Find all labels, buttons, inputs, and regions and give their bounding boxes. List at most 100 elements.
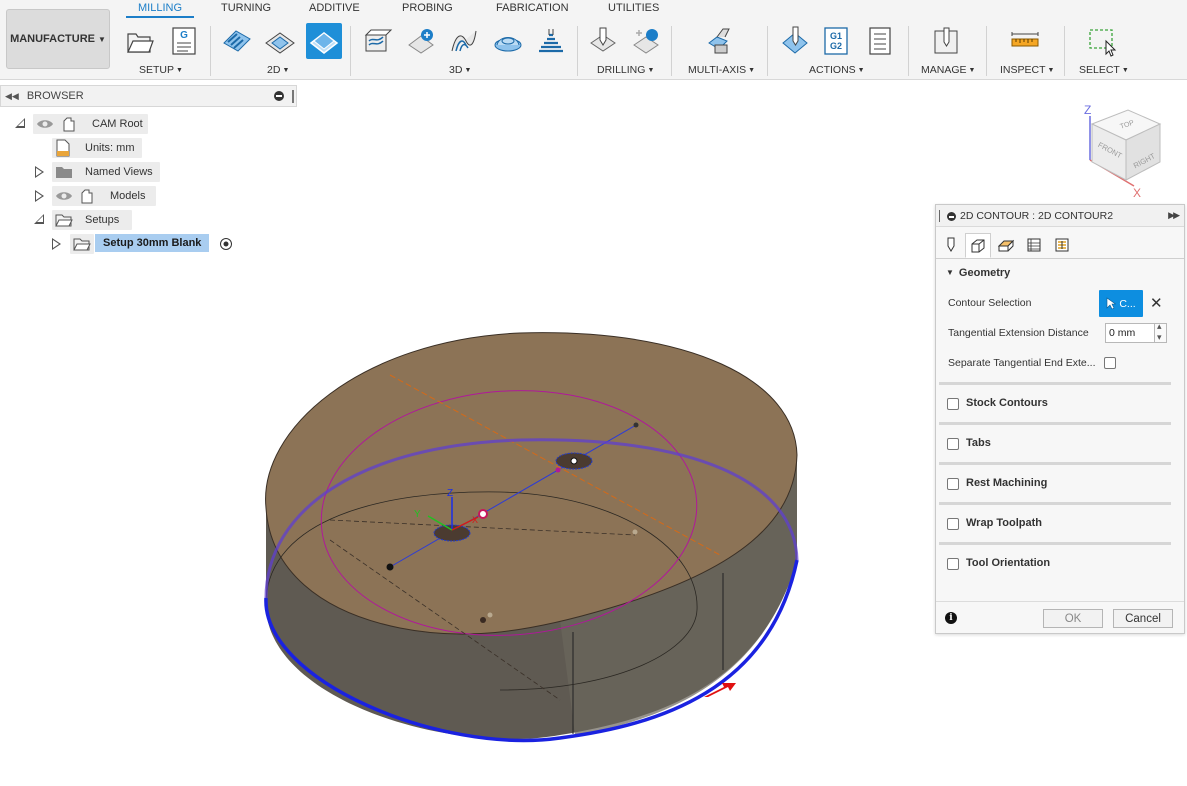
post-process-button[interactable]: G1 G2: [818, 23, 854, 59]
eye-icon[interactable]: [36, 117, 54, 131]
cam-root-icon: [63, 117, 75, 132]
section-label: Stock Contours: [966, 397, 1048, 409]
browser-pin-icon[interactable]: [274, 91, 284, 101]
tool-library-button[interactable]: [928, 23, 964, 59]
model-viewport[interactable]: Z Y X: [240, 320, 820, 760]
setup-sheet-button[interactable]: G: [166, 23, 202, 59]
tab-turning[interactable]: TURNING: [221, 2, 271, 14]
hole-recognition-button[interactable]: [628, 23, 664, 59]
divider: [671, 26, 672, 76]
select-button[interactable]: [1084, 23, 1120, 59]
setup-sheet-report-button[interactable]: [862, 23, 898, 59]
tangential-extension-input[interactable]: [1105, 323, 1155, 343]
divider: [908, 26, 909, 76]
collapse-icon[interactable]: ◀◀: [5, 91, 19, 102]
tool-orientation-checkbox[interactable]: [947, 558, 959, 570]
measure-button[interactable]: [1007, 23, 1043, 59]
3d-parallel-button[interactable]: [446, 23, 482, 59]
actions-icon-line2: G2: [830, 41, 842, 51]
3d-adaptive-button[interactable]: [359, 23, 395, 59]
contour-selection-button[interactable]: C...: [1099, 290, 1143, 317]
point: [478, 509, 488, 519]
group-manage[interactable]: MANAGE ▼: [921, 64, 975, 76]
multi-axis-button[interactable]: [701, 23, 737, 59]
grip-icon[interactable]: [939, 210, 940, 222]
expand-triangle-icon[interactable]: [35, 190, 44, 202]
tab-additive[interactable]: ADDITIVE: [309, 2, 360, 14]
tab-milling[interactable]: MILLING: [125, 2, 195, 18]
group-multi-axis[interactable]: MULTI-AXIS ▼: [688, 64, 755, 76]
browser-grip-icon[interactable]: [292, 90, 294, 103]
nc-sheet-icon: G: [172, 27, 196, 55]
group-drilling[interactable]: DRILLING ▼: [597, 64, 654, 76]
tab-fabrication[interactable]: FABRICATION: [496, 2, 569, 14]
2d-pocket-icon: [265, 32, 295, 54]
group-3d[interactable]: 3D ▼: [449, 64, 471, 76]
active-setup-radio-icon[interactable]: [219, 237, 233, 251]
expand-triangle-icon[interactable]: [52, 238, 61, 250]
collapse-triangle-icon[interactable]: [34, 214, 44, 224]
viewcube[interactable]: Z X TOP FRONT RIGHT: [1080, 100, 1170, 200]
geometry-section-header[interactable]: ▼ Geometry: [946, 267, 1010, 279]
heights-icon: [998, 239, 1014, 252]
clear-selection-icon[interactable]: ✕: [1150, 294, 1163, 312]
tree-item-label: Models: [110, 190, 146, 202]
tab-heights[interactable]: [993, 233, 1019, 257]
3d-scallop-button[interactable]: [490, 23, 526, 59]
minimize-icon[interactable]: [947, 212, 956, 221]
expand-icon[interactable]: ▶▶: [1168, 210, 1180, 221]
tab-probing[interactable]: PROBING: [402, 2, 453, 14]
tangential-extension-stepper[interactable]: [1155, 321, 1167, 343]
setup-folder-button[interactable]: [122, 23, 158, 59]
tree-item-label: Named Views: [85, 166, 153, 178]
dialog-header[interactable]: 2D CONTOUR : 2D CONTOUR2 ▶▶: [936, 205, 1184, 227]
drill-button[interactable]: [585, 23, 621, 59]
info-icon[interactable]: i: [945, 612, 957, 624]
dialog-title: 2D CONTOUR : 2D CONTOUR2: [960, 210, 1114, 222]
model-icon: [81, 189, 93, 204]
point: [632, 529, 638, 535]
3d-pocket-button[interactable]: [403, 23, 439, 59]
group-setup[interactable]: SETUP ▼: [139, 64, 183, 76]
divider: [767, 26, 768, 76]
tab-geometry[interactable]: [965, 233, 991, 258]
group-select[interactable]: SELECT ▼: [1079, 64, 1129, 76]
stock-contours-checkbox[interactable]: [947, 398, 959, 410]
group-actions[interactable]: ACTIONS ▼: [809, 64, 865, 76]
post-process-icon: G1 G2: [824, 27, 848, 55]
tab-linking[interactable]: [1049, 233, 1075, 257]
workspace-switcher[interactable]: MANUFACTURE ▼: [6, 9, 110, 69]
group-2d[interactable]: 2D ▼: [267, 64, 289, 76]
section-label: Wrap Toolpath: [966, 517, 1042, 529]
2d-contour-button[interactable]: [306, 23, 342, 59]
2d-pocket-button[interactable]: [262, 23, 298, 59]
tree-item-label: Setups: [85, 214, 120, 226]
folder-open-icon: [127, 33, 154, 53]
cancel-button[interactable]: Cancel: [1113, 609, 1173, 628]
triad-y-label: Y: [414, 509, 421, 520]
2d-adaptive-button[interactable]: [219, 23, 255, 59]
folder-open-icon: [55, 214, 73, 227]
3d-pocket-icon: [408, 29, 434, 54]
wrap-toolpath-checkbox[interactable]: [947, 518, 959, 530]
tab-passes[interactable]: [1021, 233, 1047, 257]
separate-tangential-checkbox[interactable]: [1104, 357, 1116, 369]
tab-tool[interactable]: [938, 233, 964, 257]
group-inspect[interactable]: INSPECT ▼: [1000, 64, 1054, 76]
2d-contour-dialog: 2D CONTOUR : 2D CONTOUR2 ▶▶ ▼ Geometry C…: [935, 204, 1185, 634]
ok-button[interactable]: OK: [1043, 609, 1103, 628]
tree-item-label: Setup 30mm Blank: [95, 234, 210, 252]
expand-triangle-icon[interactable]: [35, 166, 44, 178]
collapse-triangle-icon[interactable]: [15, 118, 25, 128]
eye-icon[interactable]: [55, 189, 73, 203]
3d-contour-button[interactable]: [533, 23, 569, 59]
tree-item-label: Units: mm: [85, 142, 135, 154]
tabs-checkbox[interactable]: [947, 438, 959, 450]
chevron-down-icon: ▼: [98, 34, 106, 44]
tab-utilities[interactable]: UTILITIES: [608, 2, 659, 14]
simulate-button[interactable]: [777, 23, 813, 59]
window-select-icon: [1089, 29, 1117, 57]
divider: [350, 26, 351, 76]
rest-machining-checkbox[interactable]: [947, 478, 959, 490]
separate-tangential-label: Separate Tangential End Exte...: [948, 357, 1096, 369]
